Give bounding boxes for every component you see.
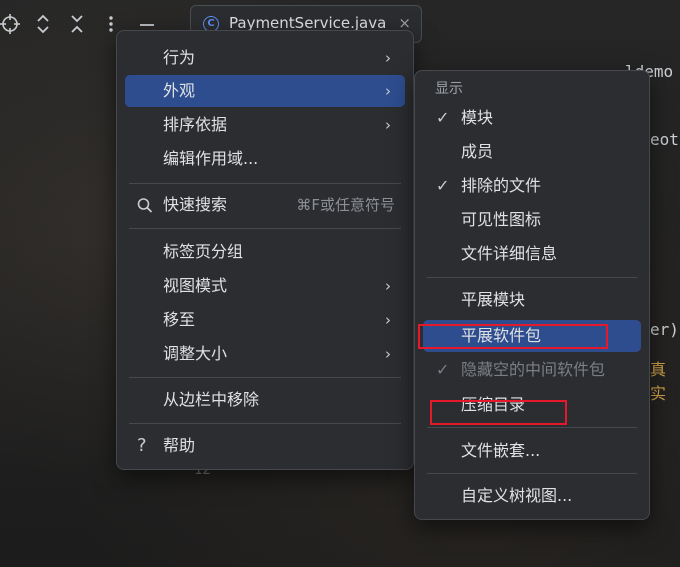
expand-collapse-icon[interactable] [33,14,53,34]
menu-separator [427,277,637,278]
menu-item-label: 标签页分组 [163,242,244,261]
menu-item-view-mode[interactable]: 视图模式 › [125,270,405,302]
chevron-right-icon: › [385,311,391,329]
menu-item-label: 排除的文件 [461,176,542,195]
code-fragment: er) [650,320,679,339]
menu-separator [427,473,637,474]
menu-item-file-details[interactable]: 文件详细信息 [423,238,641,270]
menu-item-label: 隐藏空的中间软件包 [461,360,606,379]
menu-item-remove-from-sidebar[interactable]: 从边栏中移除 [125,384,405,416]
menu-item-label: 移至 [163,310,196,329]
menu-item-label: 文件嵌套... [461,441,541,460]
menu-item-label: 行为 [163,48,196,67]
menu-item-edit-scopes[interactable]: 编辑作用域... [125,143,405,175]
menu-item-help[interactable]: ? 帮助 [125,430,405,462]
menu-item-label: 快速搜索 [163,195,228,214]
menu-item-shortcut: ⌘F或任意符号 [296,196,395,214]
menu-separator [129,183,401,184]
menu-item-visibility-icons[interactable]: 可见性图标 [423,204,641,236]
search-icon [137,189,153,232]
menu-item-label: 可见性图标 [461,210,542,229]
menu-item-modules[interactable]: ✓ 模块 [423,102,641,134]
check-icon: ✓ [436,360,450,379]
code-fragment: eot [650,130,679,149]
menu-item-label: 文件详细信息 [461,244,558,263]
annotation-highlight-flatten-packages [418,324,608,349]
menu-item-tab-grouping[interactable]: 标签页分组 [125,236,405,268]
menu-item-label: 成员 [461,142,494,161]
menu-item-label: 帮助 [163,436,196,455]
menu-item-label: 自定义树视图... [461,486,573,505]
check-icon: ✓ [436,108,450,127]
menu-item-resize[interactable]: 调整大小 › [125,338,405,370]
menu-separator [129,228,401,229]
menu-item-label: 从边栏中移除 [163,390,260,409]
chevron-right-icon: › [385,82,391,100]
menu-item-label: 排序依据 [163,115,228,134]
menu-item-hide-empty-middle-packages[interactable]: ✓ 隐藏空的中间软件包 [423,354,641,386]
collapse-all-icon[interactable] [67,14,87,34]
chevron-right-icon: › [385,277,391,295]
menu-separator [129,377,401,378]
menu-separator [427,427,637,428]
annotation-highlight-compact-directories [430,400,567,425]
menu-item-file-nesting[interactable]: 文件嵌套... [423,435,641,467]
menu-item-flatten-modules[interactable]: 平展模块 [423,284,641,316]
menu-item-label: 视图模式 [163,276,228,295]
menu-item-label: 外观 [163,81,196,100]
help-icon: ? [137,435,147,456]
chevron-right-icon: › [385,49,391,67]
chevron-right-icon: › [385,116,391,134]
submenu-header: 显示 [435,81,463,97]
menu-item-move-to[interactable]: 移至 › [125,304,405,336]
menu-item-quick-search[interactable]: 快速搜索 ⌘F或任意符号 [125,189,405,221]
menu-item-customize-tree-view[interactable]: 自定义树视图... [423,480,641,512]
check-icon: ✓ [436,176,450,195]
menu-item-appearance[interactable]: 外观 › [125,75,405,107]
crosshair-icon[interactable] [0,14,20,34]
menu-separator [129,423,401,424]
menu-item-label: 编辑作用域... [163,149,259,168]
menu-item-label: 模块 [461,108,494,127]
appearance-submenu: 显示 ✓ 模块 成员 ✓ 排除的文件 可见性图标 文件详细信息 平展模块 平展软… [414,70,650,520]
menu-item-label: 平展模块 [461,290,526,309]
chevron-right-icon: › [385,345,391,363]
menu-item-excluded-files[interactable]: ✓ 排除的文件 [423,170,641,202]
menu-item-members[interactable]: 成员 [423,136,641,168]
menu-item-behavior[interactable]: 行为 › [125,42,405,74]
menu-item-label: 调整大小 [163,344,228,363]
code-fragment: 真实 [650,360,667,403]
menu-item-sort-by[interactable]: 排序依据 › [125,109,405,141]
context-menu: 行为 › 外观 › 排序依据 › 编辑作用域... 快速搜索 ⌘F或任意符号 标… [116,30,414,470]
